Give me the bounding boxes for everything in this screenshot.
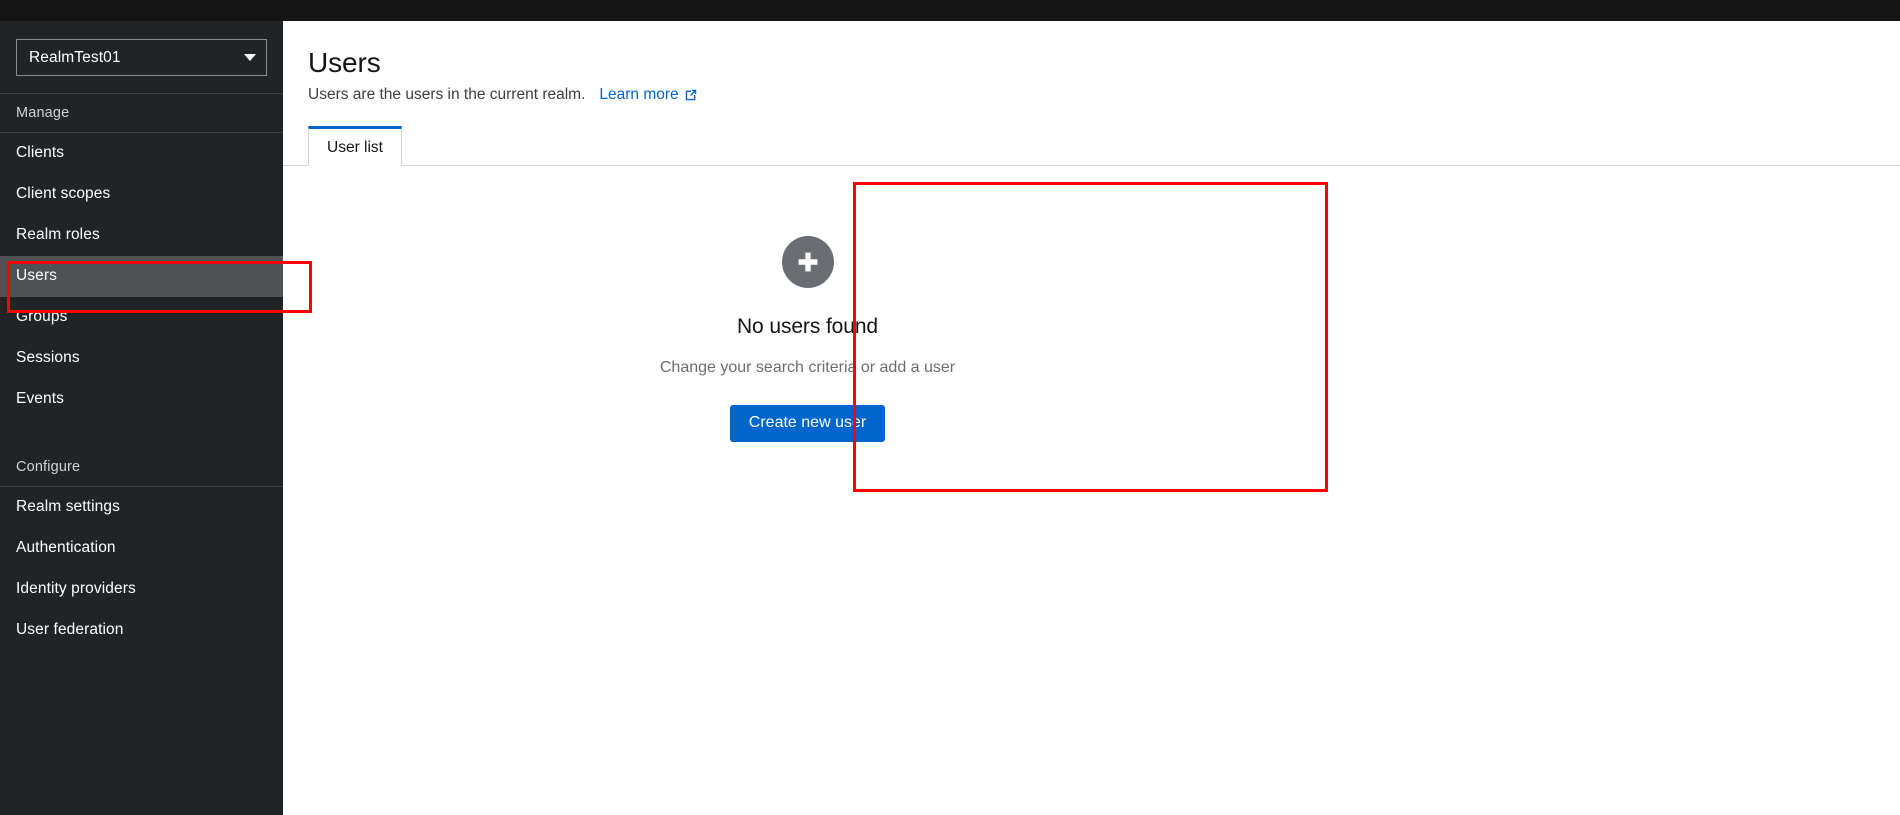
plus-circle-icon [781, 236, 834, 288]
sidebar-item-sessions[interactable]: Sessions [0, 338, 283, 379]
sidebar-item-authentication[interactable]: Authentication [0, 528, 283, 569]
page-title: Users [308, 47, 381, 78]
realm-selector[interactable]: RealmTest01 [16, 39, 267, 76]
empty-state-no-users: No users found Change your search criter… [570, 203, 1045, 513]
learn-more-label: Learn more [599, 86, 679, 103]
empty-state-title: No users found [736, 315, 879, 338]
nav-section-title-configure: Configure [16, 459, 81, 475]
sidebar-item-groups[interactable]: Groups [0, 297, 283, 338]
sidebar-item-events[interactable]: Events [0, 379, 283, 420]
chevron-down-icon [244, 54, 256, 61]
sidebar-item-identity-providers[interactable]: Identity providers [0, 569, 283, 610]
tab-user-list[interactable]: User list [308, 126, 402, 166]
sidebar-item-realm-settings[interactable]: Realm settings [0, 487, 283, 528]
create-new-user-button[interactable]: Create new user [729, 405, 886, 442]
empty-state-description: Change your search criteria or add a use… [659, 359, 956, 376]
keycloak-admin-console: RealmTest01 Manage Clients Client scopes… [0, 0, 1900, 815]
main-content: Users Users are the users in the current… [283, 21, 1900, 815]
realm-selector-container: RealmTest01 [0, 21, 283, 93]
sidebar-item-client-scopes[interactable]: Client scopes [0, 174, 283, 215]
nav-section-title-manage: Manage [16, 105, 70, 121]
sidebar-item-realm-roles[interactable]: Realm roles [0, 215, 283, 256]
sidebar-navigation: RealmTest01 Manage Clients Client scopes… [0, 21, 283, 815]
content-body: No users found Change your search criter… [283, 166, 1900, 815]
page-subtitle-row: Users are the users in the current realm… [308, 86, 1900, 104]
sidebar-item-user-federation[interactable]: User federation [0, 610, 283, 651]
sidebar-item-clients[interactable]: Clients [0, 133, 283, 174]
tabs-bar: User list [283, 126, 1900, 166]
page-header: Users Users are the users in the current… [283, 21, 1900, 104]
page-description: Users are the users in the current realm… [308, 86, 586, 103]
realm-selector-value: RealmTest01 [29, 48, 121, 66]
learn-more-link[interactable]: Learn more [599, 86, 697, 104]
external-link-icon [684, 88, 698, 102]
sidebar-item-users[interactable]: Users [0, 256, 283, 297]
masthead-bar [0, 0, 1900, 21]
